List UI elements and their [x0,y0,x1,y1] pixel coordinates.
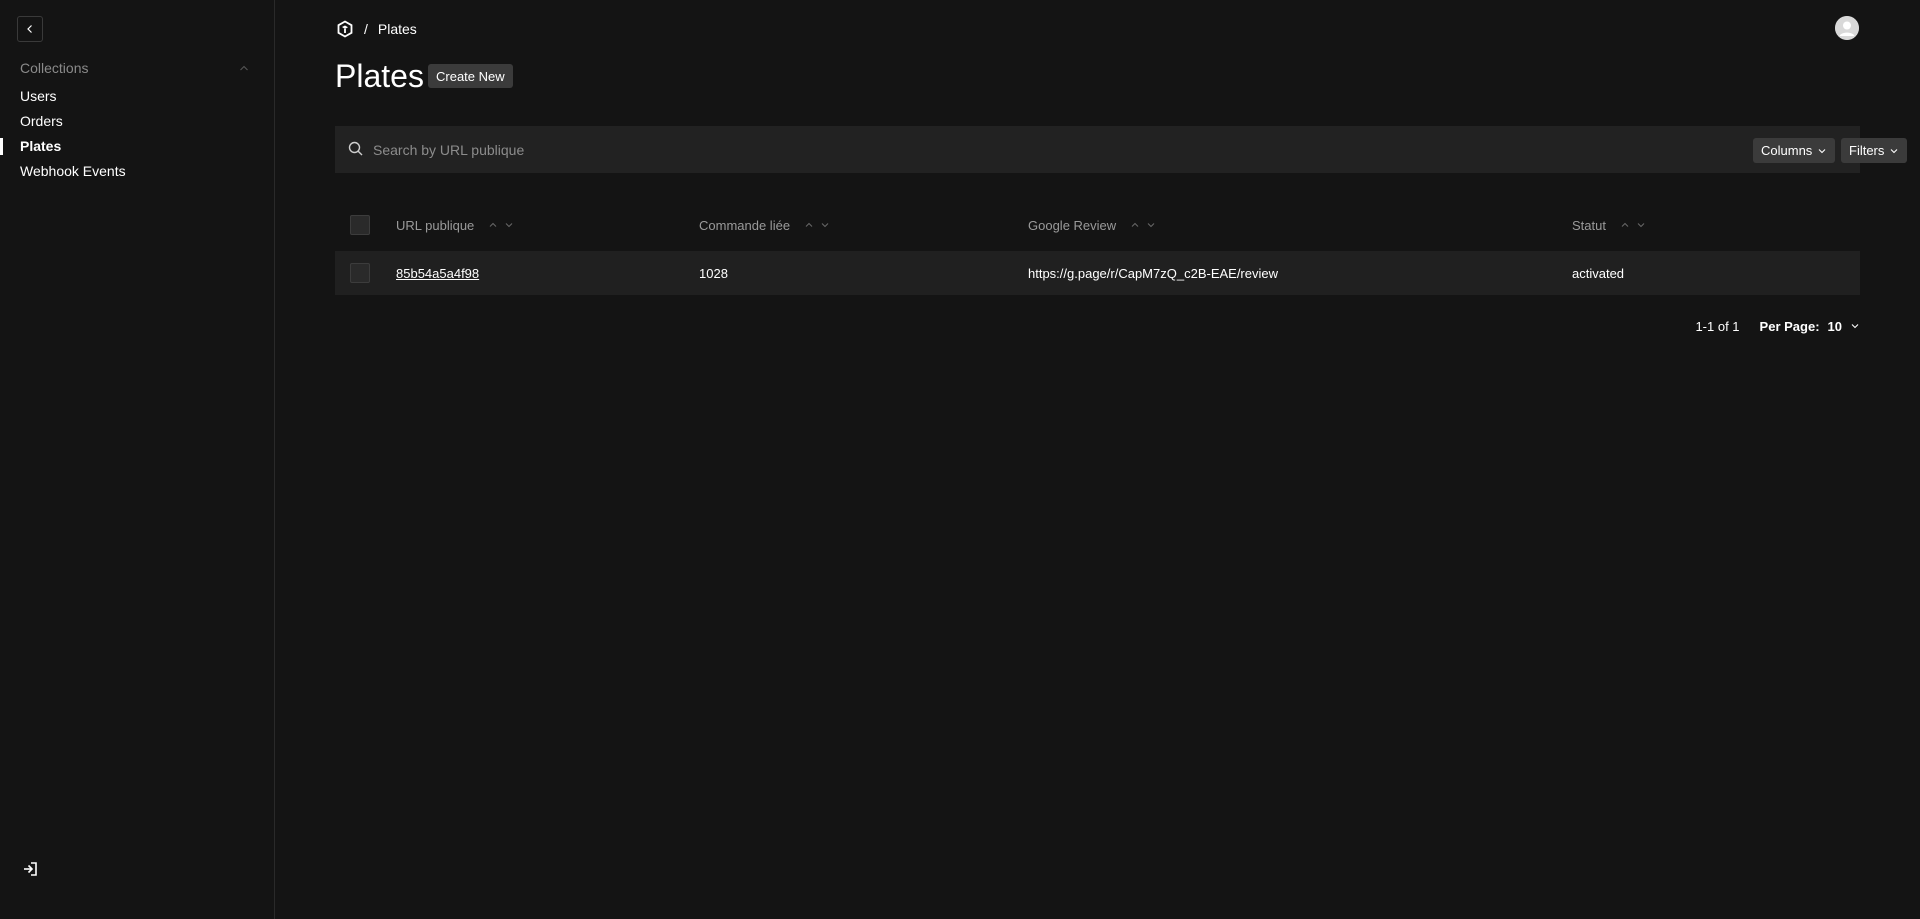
column-header-google-review: Google Review [1028,203,1156,247]
select-all-checkbox[interactable] [350,215,370,235]
search-bar: Columns Filters [335,126,1908,173]
table-header: URL publique Commande liée Google Review [335,203,1860,247]
sort-ascending-icon[interactable] [1130,220,1140,230]
breadcrumb-separator: / [364,21,368,37]
sort-ascending-icon[interactable] [804,220,814,230]
column-header-label: Commande liée [699,217,791,233]
cell-statut: activated [1572,265,1625,281]
column-header-statut: Statut [1572,203,1646,247]
chevron-down-icon [1891,148,1898,153]
select-all-cell [350,203,370,247]
sidebar-group-label: Collections [20,60,89,76]
row-checkbox[interactable] [350,263,370,283]
column-header-commande-liee: Commande liée [699,203,830,247]
sidebar: Collections Users Orders Plates Webhook … [0,0,275,919]
user-avatar-icon [1835,16,1859,40]
payload-logo-icon[interactable] [336,20,354,38]
sidebar-item-users[interactable]: Users [0,84,275,109]
column-header-label: Statut [1572,217,1606,233]
sidebar-item-label: Users [20,88,57,104]
search-icon [348,141,363,156]
columns-label: Columns [1761,143,1813,158]
sort-descending-icon[interactable] [1636,220,1646,230]
sidebar-item-orders[interactable]: Orders [0,109,275,134]
plates-table: URL publique Commande liée Google Review [335,203,1860,295]
sidebar-item-plates[interactable]: Plates [0,134,275,159]
logout-icon [24,862,37,876]
sort-descending-icon[interactable] [820,220,830,230]
breadcrumb: / Plates [336,18,417,40]
filters-label: Filters [1849,143,1885,158]
logout-button[interactable] [20,858,42,880]
breadcrumb-current: Plates [377,21,417,37]
columns-button[interactable]: Columns [1753,138,1836,163]
sidebar-item-label: Orders [20,113,63,129]
cell-url-publique: 85b54a5a4f98 [396,251,479,295]
column-header-url-publique: URL publique [396,203,514,247]
sort-ascending-icon[interactable] [488,220,498,230]
sort-descending-icon[interactable] [1146,220,1156,230]
chevron-down-icon [1818,148,1826,153]
sidebar-nav: Users Orders Plates Webhook Events [0,84,275,184]
per-page-select[interactable]: Per Page: 10 [1760,319,1860,334]
sort-ascending-icon[interactable] [1620,220,1630,230]
per-page-value: 10 [1827,318,1842,334]
filters-button[interactable]: Filters [1841,138,1908,163]
create-new-button[interactable]: Create New [428,64,513,88]
search-input[interactable] [373,126,1373,173]
cell-google-review: https://g.page/r/CapM7zQ_c2B-EAE/review [1028,265,1279,281]
chevron-down-icon [1851,324,1859,329]
sidebar-item-label: Webhook Events [20,163,126,179]
pagination-range: 1-1 of 1 [1695,318,1740,334]
page-title: Plates [335,58,424,94]
row-select-cell [350,251,370,295]
per-page-label: Per Page: [1759,318,1820,334]
sort-descending-icon[interactable] [504,220,514,230]
sidebar-item-label: Plates [20,138,62,154]
chevron-left-icon [27,25,32,33]
pagination: 1-1 of 1 Per Page: 10 [1656,316,1860,336]
avatar[interactable] [1835,16,1859,40]
sidebar-item-webhook-events[interactable]: Webhook Events [0,159,275,184]
column-header-label: Google Review [1028,217,1117,233]
cell-commande-liee: 1028 [699,265,728,281]
row-link[interactable]: 85b54a5a4f98 [396,266,479,281]
main-content: / Plates Plates Create New Columns Filte… [276,0,1920,919]
chevron-up-icon [240,65,248,71]
sidebar-group-collections[interactable]: Collections [20,58,250,78]
column-header-label: URL publique [396,217,475,233]
table-row: 85b54a5a4f98 1028 https://g.page/r/CapM7… [335,251,1860,295]
collapse-sidebar-button[interactable] [17,16,43,42]
